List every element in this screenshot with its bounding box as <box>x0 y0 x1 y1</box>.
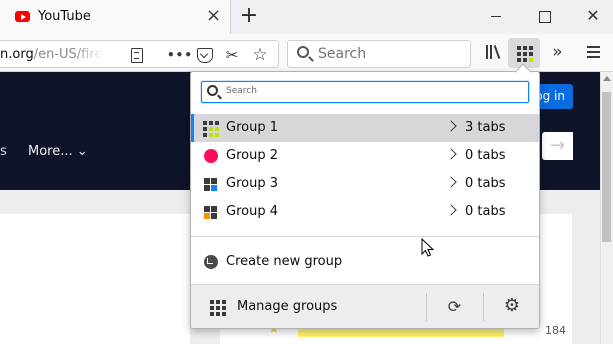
chevron-right-icon <box>445 120 457 132</box>
group-name: Group 1 <box>226 120 278 135</box>
create-group-label: Create new group <box>226 254 343 269</box>
group-tab-count: 0 tabs <box>465 204 506 219</box>
page-actions-icon[interactable]: ••• <box>167 46 192 64</box>
search-icon <box>297 46 309 58</box>
tab-youtube[interactable]: YouTube × <box>0 0 231 34</box>
youtube-favicon-icon <box>15 11 30 22</box>
url-bar[interactable]: n.org/en-US/fire ••• ✂ ☆ <box>0 40 279 68</box>
create-new-group-button[interactable]: Create new group <box>191 248 539 276</box>
group-4-icon <box>203 205 218 220</box>
gear-icon: ⚙ <box>503 295 521 316</box>
rating-count: 184 <box>545 324 566 337</box>
chevron-down-icon: ⌄ <box>76 144 88 159</box>
bookmark-star-icon[interactable]: ☆ <box>251 46 269 64</box>
url-fade <box>74 42 104 66</box>
group-row-3[interactable]: Group 3 0 tabs <box>191 170 539 198</box>
library-icon[interactable] <box>483 42 503 62</box>
window-close-button[interactable]: ✕ <box>582 5 604 27</box>
group-1-icon <box>203 121 219 137</box>
group-tab-count: 0 tabs <box>465 148 506 163</box>
pocket-icon[interactable] <box>195 46 213 64</box>
hamburger-menu-icon[interactable] <box>585 43 603 61</box>
group-name: Group 2 <box>226 148 278 163</box>
search-icon <box>207 85 218 96</box>
content-card-left <box>0 214 190 344</box>
chevron-right-icon <box>445 204 457 216</box>
group-name: Group 3 <box>226 176 278 191</box>
search-placeholder: Search <box>318 46 367 62</box>
nav-more-menu[interactable]: More... ⌄ <box>28 144 88 159</box>
tab-groups-icon <box>517 46 533 62</box>
search-box[interactable]: Search <box>287 40 471 68</box>
scroll-up-arrow-icon[interactable] <box>602 74 611 83</box>
group-row-2[interactable]: Group 2 0 tabs <box>191 142 539 170</box>
panel-divider <box>191 236 539 237</box>
tab-groups-panel: Search Group 1 3 tabs Group 2 0 tabs Gro… <box>190 71 540 329</box>
group-row-1[interactable]: Group 1 3 tabs <box>191 114 539 142</box>
create-group-icon <box>204 255 218 269</box>
minimize-button[interactable] <box>485 5 507 27</box>
group-3-icon <box>203 177 218 192</box>
reader-view-icon[interactable] <box>127 46 145 64</box>
chevron-right-icon <box>445 148 457 160</box>
manage-groups-button[interactable]: Manage groups <box>191 285 426 328</box>
group-tab-count: 0 tabs <box>465 176 506 191</box>
manage-groups-icon <box>210 300 226 316</box>
screenshot-icon[interactable]: ✂ <box>223 46 241 64</box>
scrollbar-thumb[interactable] <box>602 92 611 242</box>
nav-item-partial[interactable]: s <box>0 144 7 159</box>
group-name: Group 4 <box>226 204 278 219</box>
mouse-cursor-icon <box>421 238 435 257</box>
panel-search-input[interactable]: Search <box>201 81 529 103</box>
overflow-chevron-icon[interactable]: » <box>546 42 566 62</box>
panel-search-placeholder: Search <box>226 86 257 96</box>
group-2-icon <box>203 149 218 164</box>
tab-strip: YouTube × + ✕ <box>0 0 613 34</box>
group-tab-count: 3 tabs <box>465 120 506 135</box>
search-submit-arrow-icon[interactable]: → <box>542 132 573 160</box>
tab-groups-toolbar-button[interactable] <box>508 38 540 68</box>
refresh-icon: ⟳ <box>447 297 462 316</box>
tab-title: YouTube <box>38 9 91 24</box>
settings-button[interactable]: ⚙ <box>484 285 539 328</box>
chevron-right-icon <box>445 176 457 188</box>
manage-groups-label: Manage groups <box>237 299 338 314</box>
panel-footer: Manage groups ⟳ ⚙ <box>191 284 539 328</box>
maximize-button[interactable] <box>533 5 555 27</box>
refresh-button[interactable]: ⟳ <box>427 285 483 328</box>
tab-close-icon[interactable]: × <box>206 5 221 27</box>
new-tab-button[interactable]: + <box>237 3 261 29</box>
group-row-4[interactable]: Group 4 0 tabs <box>191 198 539 226</box>
